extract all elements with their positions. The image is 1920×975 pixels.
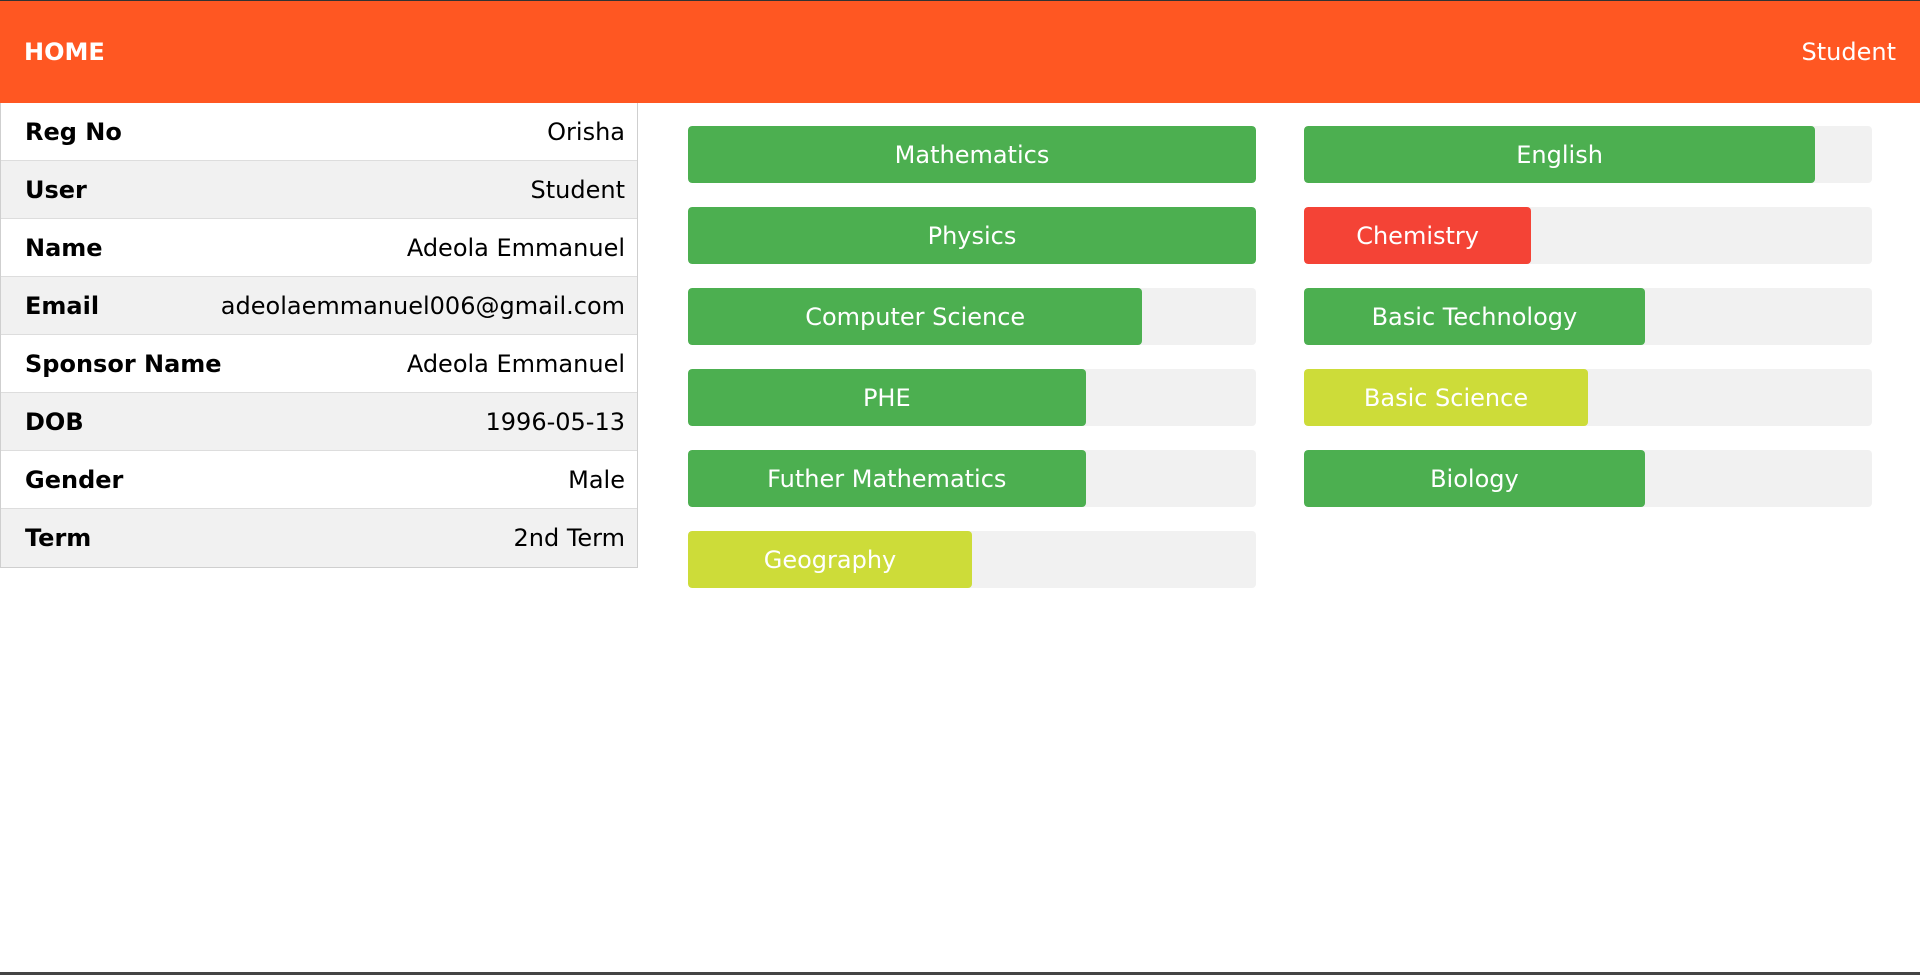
info-row-term: Term 2nd Term [1, 509, 637, 567]
subject-bar-english: English [1304, 126, 1872, 183]
info-row-gender: Gender Male [1, 451, 637, 509]
user-menu[interactable]: Student [1802, 1, 1896, 103]
subject-bar-fill: Computer Science [688, 288, 1143, 345]
subject-bar-phe: PHE [688, 369, 1256, 426]
subject-bar-chemistry: Chemistry [1304, 207, 1872, 264]
info-row-user: User Student [1, 161, 637, 219]
info-label: Term [25, 524, 92, 552]
subject-bar-biology: Biology [1304, 450, 1872, 507]
info-row-name: Name Adeola Emmanuel [1, 219, 637, 277]
info-row-sponsor-name: Sponsor Name Adeola Emmanuel [1, 335, 637, 393]
subject-bar-fill: Biology [1304, 450, 1645, 507]
info-label: Name [25, 233, 103, 262]
info-value: 1996-05-13 [485, 407, 625, 436]
info-label: User [25, 175, 87, 204]
subject-bar-computer-science: Computer Science [688, 288, 1256, 345]
subject-bar-fill: Basic Science [1304, 369, 1588, 426]
info-value: Adeola Emmanuel [406, 233, 625, 262]
info-label: DOB [25, 407, 84, 436]
subject-bar-physics: Physics [688, 207, 1256, 264]
home-link[interactable]: HOME [24, 1, 105, 103]
info-row-email: Email adeolaemmanuel006@gmail.com [1, 277, 637, 335]
subject-bar-fill: Futher Mathematics [688, 450, 1086, 507]
subject-bar-basic-science: Basic Science [1304, 369, 1872, 426]
info-value: Student [530, 175, 625, 204]
info-label: Reg No [25, 117, 122, 146]
info-row-dob: DOB 1996-05-13 [1, 393, 637, 451]
subject-bar-fill: Basic Technology [1304, 288, 1645, 345]
subject-bar-fill: Geography [688, 531, 972, 588]
info-label: Sponsor Name [25, 349, 222, 378]
student-info-table: Reg No Orisha User Student Name Adeola E… [0, 103, 638, 568]
info-value: adeolaemmanuel006@gmail.com [220, 291, 625, 320]
subject-bar-further-mathematics: Futher Mathematics [688, 450, 1256, 507]
subject-bar-fill: Chemistry [1304, 207, 1532, 264]
info-row-reg-no: Reg No Orisha [1, 103, 637, 161]
info-value: Male [568, 465, 625, 494]
subject-bar-basic-technology: Basic Technology [1304, 288, 1872, 345]
subject-bar-geography: Geography [688, 531, 1256, 588]
info-label: Email [25, 291, 100, 320]
info-value: Orisha [547, 117, 625, 146]
subject-bar-fill: English [1304, 126, 1816, 183]
subject-bar-fill: Physics [688, 207, 1256, 264]
subject-bar-mathematics: Mathematics [688, 126, 1256, 183]
subject-bar-fill: PHE [688, 369, 1086, 426]
top-navbar: HOME Student [0, 1, 1920, 103]
info-value: 2nd Term [513, 524, 625, 552]
info-value: Adeola Emmanuel [406, 349, 625, 378]
subject-bar-fill: Mathematics [688, 126, 1256, 183]
info-label: Gender [25, 465, 124, 494]
